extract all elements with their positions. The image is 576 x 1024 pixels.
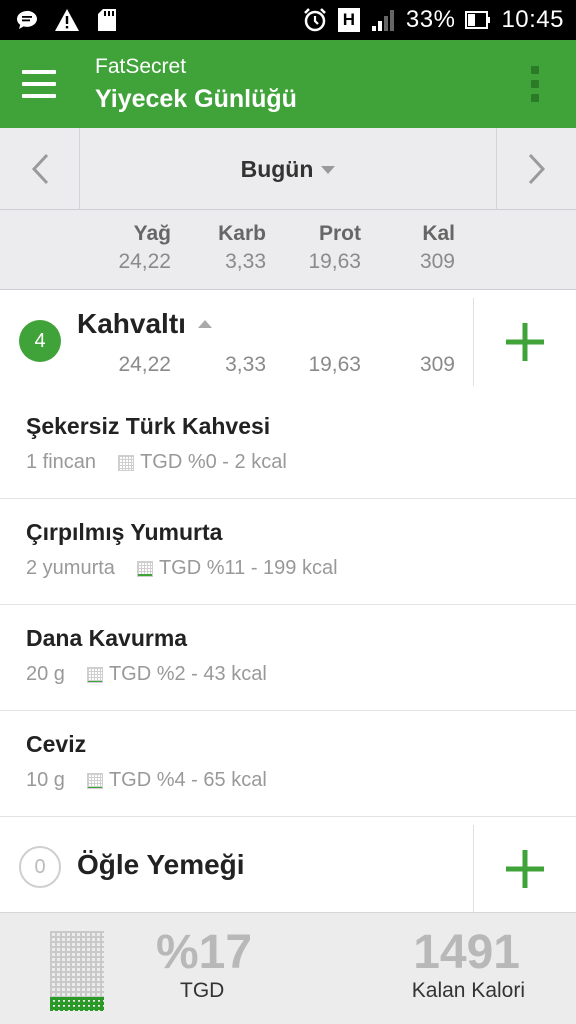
- battery-icon: [465, 7, 491, 33]
- fat-header: Yağ: [133, 222, 171, 245]
- battery-percent: 33%: [405, 6, 456, 33]
- meal-name-label: Öğle Yemeği: [77, 849, 245, 880]
- next-day-button[interactable]: [496, 128, 576, 210]
- food-detail: 10 g TGD %4 - 65 kcal: [26, 769, 267, 792]
- food-detail: 20 g TGD %2 - 43 kcal: [26, 663, 267, 686]
- status-right: H 33% 10:45: [302, 0, 564, 40]
- totals-kal: Kal 309: [420, 222, 455, 274]
- totals-carb: Karb 3,33: [218, 222, 266, 274]
- previous-day-button[interactable]: [0, 128, 80, 210]
- collapse-caret-icon[interactable]: [197, 320, 212, 328]
- clock: 10:45: [501, 6, 564, 33]
- rdi-progress-grid-icon: [50, 931, 104, 1011]
- page-title: Yiyecek Günlüğü: [95, 85, 297, 113]
- add-food-button[interactable]: [473, 825, 576, 913]
- food-detail: 2 yumurta TGD %11 - 199 kcal: [26, 557, 338, 580]
- food-rdi: TGD %11 - 199 kcal: [158, 557, 338, 579]
- sd-card-icon: [94, 7, 120, 33]
- meal-header-breakfast[interactable]: 4 Kahvaltı 24,22 3,33 19,63 309: [0, 290, 576, 394]
- alarm-icon: [302, 7, 328, 33]
- meal-kal: 309: [419, 353, 455, 376]
- date-label: Bugün: [240, 155, 314, 182]
- rdi-grid-icon: [86, 666, 103, 683]
- add-food-button[interactable]: [473, 298, 576, 386]
- meal-header-lunch[interactable]: 0 Öğle Yemeği: [0, 817, 576, 913]
- rdi-grid-icon: [86, 772, 103, 789]
- food-name: Çırpılmış Yumurta: [26, 519, 223, 545]
- food-amount: 10 g: [26, 769, 65, 791]
- meal-fat: 24,22: [118, 353, 171, 376]
- caret-down-icon: [321, 166, 336, 174]
- food-amount: 1 fincan: [26, 451, 97, 473]
- rdi-label: TGD: [180, 979, 225, 1002]
- food-rdi: TGD %0 - 2 kcal: [140, 451, 287, 473]
- rdi-percent: %17: [156, 926, 253, 979]
- meal-carb: 3,33: [225, 353, 266, 376]
- kal-header: Kal: [422, 222, 455, 245]
- food-row[interactable]: Ceviz 10 g TGD %4 - 65 kcal: [0, 711, 576, 817]
- warning-icon: [54, 7, 80, 33]
- rdi-grid-icon: [136, 560, 153, 577]
- daily-totals: Yağ 24,22 Karb 3,33 Prot 19,63 Kal 309: [0, 210, 576, 290]
- daily-summary-bar[interactable]: %17 TGD 1491 Kalan Kalori: [0, 912, 576, 1024]
- food-row[interactable]: Şekersiz Türk Kahvesi 1 fincan TGD %0 - …: [0, 393, 576, 499]
- meal-name: Kahvaltı: [77, 308, 212, 340]
- date-selector[interactable]: Bugün: [80, 128, 496, 210]
- food-detail: 1 fincan TGD %0 - 2 kcal: [26, 451, 287, 474]
- food-rdi: TGD %2 - 43 kcal: [108, 663, 267, 685]
- food-name: Ceviz: [26, 731, 87, 757]
- remaining-calories-label: Kalan Kalori: [411, 979, 525, 1002]
- food-rdi: TGD %4 - 65 kcal: [108, 769, 267, 791]
- totals-prot: Prot 19,63: [308, 222, 361, 274]
- chevron-left-icon: [31, 153, 48, 185]
- signal-icon: [370, 7, 396, 33]
- kal-value: 309: [419, 250, 455, 273]
- rdi-grid-icon: [118, 454, 135, 471]
- totals-fat: Yağ 24,22: [118, 222, 171, 274]
- food-row[interactable]: Dana Kavurma 20 g TGD %2 - 43 kcal: [0, 605, 576, 711]
- meal-name: Öğle Yemeği: [77, 849, 245, 881]
- overflow-menu-icon[interactable]: [530, 66, 540, 102]
- meal-count-badge: 0: [19, 846, 61, 888]
- meal-name-label: Kahvaltı: [77, 308, 186, 339]
- carb-value: 3,33: [225, 250, 266, 273]
- prot-value: 19,63: [308, 250, 361, 273]
- status-left: [14, 0, 120, 40]
- plus-icon: [506, 323, 544, 361]
- plus-icon: [506, 850, 544, 888]
- hspa-icon: H: [337, 8, 360, 32]
- status-bar: H 33% 10:45: [0, 0, 576, 40]
- chevron-right-icon: [528, 153, 545, 185]
- meal-count-badge: 4: [19, 320, 61, 362]
- remaining-calories: 1491: [413, 926, 520, 979]
- food-amount: 2 yumurta: [26, 557, 115, 579]
- meal-prot: 19,63: [308, 353, 361, 376]
- prot-header: Prot: [319, 222, 361, 245]
- food-row[interactable]: Çırpılmış Yumurta 2 yumurta TGD %11 - 19…: [0, 499, 576, 605]
- hamburger-icon[interactable]: [22, 70, 56, 98]
- food-amount: 20 g: [26, 663, 65, 685]
- food-name: Dana Kavurma: [26, 625, 188, 651]
- app-name: FatSecret: [95, 55, 187, 78]
- app-bar: FatSecret Yiyecek Günlüğü: [0, 40, 576, 128]
- date-navigator: Bugün: [0, 128, 576, 210]
- fat-value: 24,22: [118, 250, 171, 273]
- food-name: Şekersiz Türk Kahvesi: [26, 413, 271, 439]
- message-icon: [14, 7, 40, 33]
- carb-header: Karb: [218, 222, 266, 245]
